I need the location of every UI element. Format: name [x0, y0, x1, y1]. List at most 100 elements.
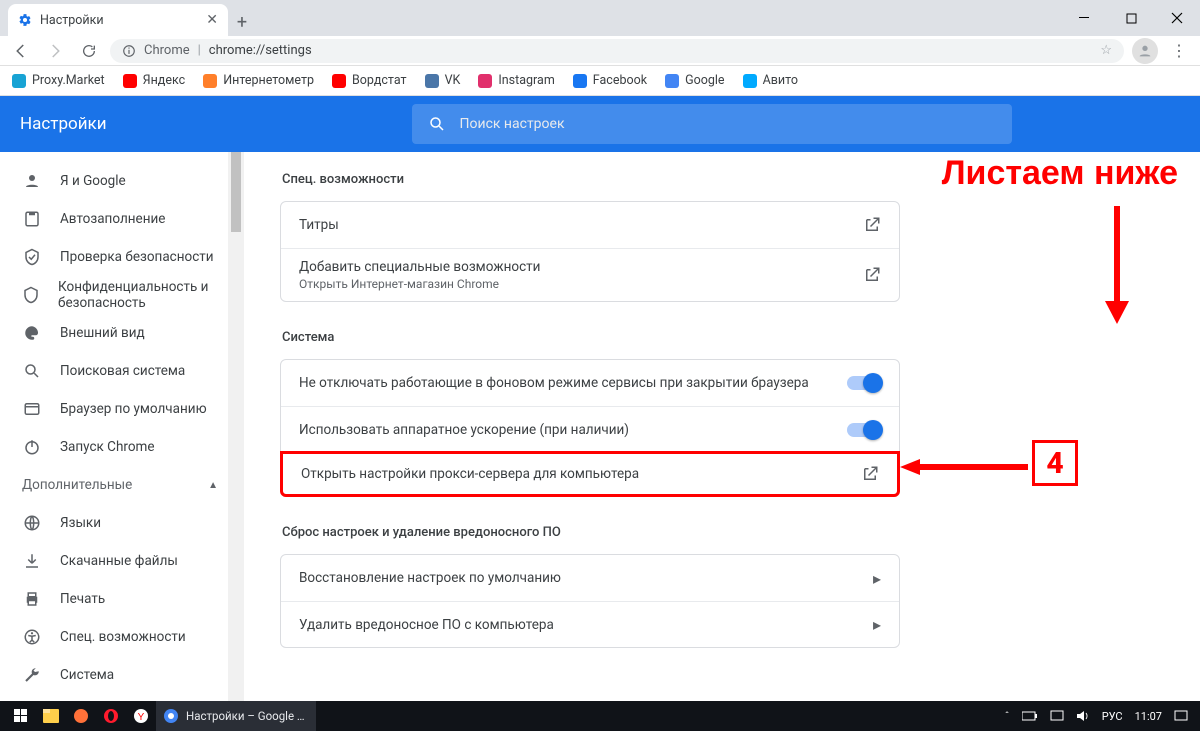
launch-icon[interactable]: [863, 266, 881, 284]
bookmark-item[interactable]: Google: [665, 73, 724, 88]
taskbar-firefox-icon[interactable]: [66, 701, 96, 731]
bookmark-favicon: [332, 74, 346, 88]
sidebar-item[interactable]: Поисковая система: [0, 352, 244, 390]
nav-back[interactable]: [8, 38, 34, 64]
bookmark-label: Facebook: [593, 73, 647, 88]
tray-network-icon[interactable]: [1050, 710, 1064, 722]
search-icon: [22, 362, 42, 380]
sidebar-item[interactable]: Система: [0, 656, 244, 694]
bookmark-favicon: [425, 74, 439, 88]
sidebar-item[interactable]: Спец. возможности: [0, 618, 244, 656]
settings-row[interactable]: Использовать аппаратное ускорение (при н…: [281, 406, 899, 452]
start-button[interactable]: [6, 701, 36, 731]
sidebar-item-label: Браузер по умолчанию: [60, 401, 207, 417]
sidebar-item[interactable]: Запуск Chrome: [0, 428, 244, 466]
window-minimize[interactable]: [1062, 0, 1108, 36]
chevron-right-icon[interactable]: ▸: [873, 615, 881, 634]
browser-toolbar: Chrome | chrome://settings ☆ ⋮: [0, 36, 1200, 66]
launch-icon[interactable]: [861, 465, 879, 483]
taskbar-explorer-icon[interactable]: [36, 701, 66, 731]
search-icon: [428, 115, 446, 133]
bookmark-item[interactable]: VK: [425, 73, 461, 88]
sidebar-item[interactable]: Проверка безопасности: [0, 238, 244, 276]
settings-row[interactable]: Титры: [281, 202, 899, 248]
settings-row-title: Титры: [299, 217, 863, 233]
sidebar-item[interactable]: Скачанные файлы: [0, 542, 244, 580]
browser-icon: [22, 400, 42, 418]
settings-row-title: Не отключать работающие в фоновом режиме…: [299, 375, 847, 391]
sidebar-item-label: Запуск Chrome: [60, 439, 155, 455]
sidebar-item-label: Языки: [60, 515, 101, 531]
taskbar-app-chrome[interactable]: Настройки – Google …: [156, 701, 316, 731]
settings-row-title: Добавить специальные возможности: [299, 259, 863, 275]
settings-row[interactable]: Открыть настройки прокси-сервера для ком…: [280, 451, 900, 497]
profile-avatar[interactable]: [1132, 38, 1158, 64]
bookmark-item[interactable]: Авито: [743, 73, 798, 88]
new-tab-button[interactable]: +: [228, 8, 256, 36]
print-icon: [22, 590, 42, 608]
bookmark-label: Интернетометр: [223, 73, 314, 88]
settings-row[interactable]: Удалить вредоносное ПО с компьютера▸: [281, 601, 899, 647]
bookmark-star-icon[interactable]: ☆: [1100, 43, 1112, 58]
bookmark-item[interactable]: Интернетометр: [203, 73, 314, 88]
settings-row[interactable]: Не отключать работающие в фоновом режиме…: [281, 360, 899, 406]
settings-row[interactable]: Добавить специальные возможностиОткрыть …: [281, 248, 899, 301]
bookmark-label: Вордстат: [352, 73, 407, 88]
window-maximize[interactable]: [1108, 0, 1154, 36]
bookmark-item[interactable]: Proxy.Market: [12, 73, 105, 88]
taskbar-opera-icon[interactable]: [96, 701, 126, 731]
bookmark-favicon: [123, 74, 137, 88]
bookmark-label: Google: [685, 73, 724, 88]
chevron-up-icon: ▲: [208, 480, 218, 491]
nav-forward[interactable]: [42, 38, 68, 64]
bookmark-favicon: [573, 74, 587, 88]
tray-volume-icon[interactable]: [1076, 709, 1090, 723]
safety-icon: [22, 248, 42, 266]
bookmark-item[interactable]: Instagram: [478, 73, 554, 88]
window-close[interactable]: [1154, 0, 1200, 36]
settings-row-title: Открыть настройки прокси-сервера для ком…: [301, 466, 861, 482]
toggle-switch[interactable]: [847, 376, 881, 390]
sidebar-item[interactable]: Языки: [0, 504, 244, 542]
browser-menu[interactable]: ⋮: [1166, 38, 1192, 64]
sidebar-item[interactable]: Браузер по умолчанию: [0, 390, 244, 428]
settings-search[interactable]: Поиск настроек: [412, 104, 1012, 144]
settings-row[interactable]: Восстановление настроек по умолчанию▸: [281, 555, 899, 601]
bookmark-item[interactable]: Яндекс: [123, 73, 186, 88]
sidebar-item[interactable]: Внешний вид: [0, 314, 244, 352]
sidebar-item[interactable]: Я и Google: [0, 162, 244, 200]
settings-row-title: Использовать аппаратное ускорение (при н…: [299, 422, 847, 438]
sidebar-item-label: Конфиденциальность и безопасность: [58, 279, 244, 311]
close-icon[interactable]: ✕: [206, 13, 218, 27]
sidebar-item[interactable]: Автозаполнение: [0, 200, 244, 238]
chevron-right-icon[interactable]: ▸: [873, 569, 881, 588]
toggle-switch[interactable]: [847, 423, 881, 437]
bookmark-label: Яндекс: [143, 73, 186, 88]
shield-icon: [22, 286, 40, 304]
chrome-icon: [164, 709, 178, 723]
tray-battery-icon[interactable]: [1022, 710, 1038, 722]
sidebar-item[interactable]: Конфиденциальность и безопасность: [0, 276, 244, 314]
tray-chevron-icon[interactable]: ˆ: [1005, 710, 1010, 723]
tray-language[interactable]: РУС: [1102, 710, 1123, 723]
globe-icon: [22, 514, 42, 532]
tray-clock[interactable]: 11:07: [1135, 710, 1162, 723]
taskbar-yandex-icon[interactable]: Y: [126, 701, 156, 731]
bookmark-label: Proxy.Market: [32, 73, 105, 88]
bookmark-favicon: [478, 74, 492, 88]
sidebar-item-label: Печать: [60, 591, 105, 607]
sidebar-group-advanced[interactable]: Дополнительные▲: [0, 466, 244, 504]
svg-text:Y: Y: [138, 712, 145, 723]
annotation-scroll-hint: Листаем ниже: [942, 154, 1178, 193]
sidebar-scrollbar[interactable]: [228, 152, 244, 701]
nav-reload[interactable]: [76, 38, 102, 64]
tray-notifications-icon[interactable]: [1174, 709, 1188, 723]
omnibox[interactable]: Chrome | chrome://settings ☆: [110, 39, 1124, 63]
bookmark-item[interactable]: Facebook: [573, 73, 647, 88]
browser-tab-active[interactable]: Настройки ✕: [8, 4, 228, 36]
gear-icon: [18, 13, 32, 27]
a11y-icon: [22, 628, 42, 646]
launch-icon[interactable]: [863, 216, 881, 234]
bookmark-item[interactable]: Вордстат: [332, 73, 407, 88]
sidebar-item[interactable]: Печать: [0, 580, 244, 618]
